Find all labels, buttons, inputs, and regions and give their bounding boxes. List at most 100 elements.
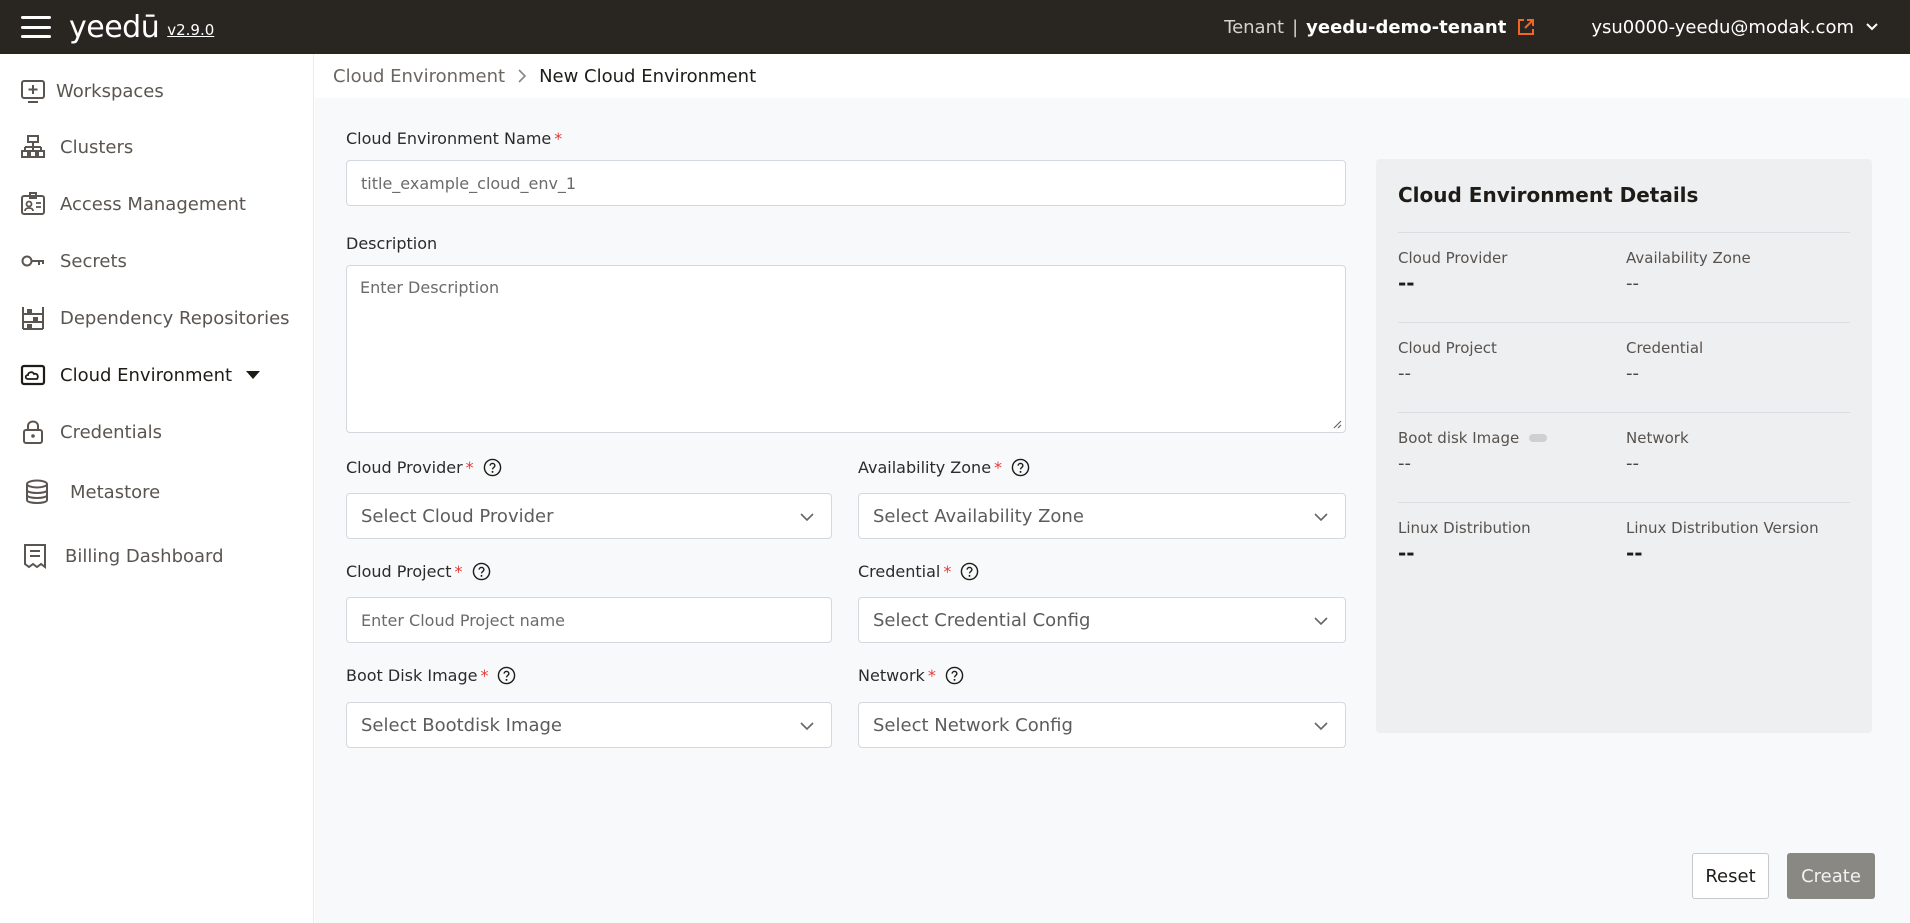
availability-zone-select[interactable]: Select Availability Zone (858, 493, 1346, 539)
availability-zone-placeholder: Select Availability Zone (873, 505, 1084, 527)
cloud-provider-select[interactable]: Select Cloud Provider (346, 493, 832, 539)
help-icon[interactable] (497, 666, 516, 685)
app-logo[interactable]: yeedū (69, 10, 160, 45)
divider (1398, 412, 1850, 413)
network-placeholder: Select Network Config (873, 714, 1073, 736)
credential-label-text: Credential (858, 562, 941, 581)
workspace-add-icon (21, 80, 45, 103)
breadcrumb: Cloud Environment New Cloud Environment (315, 54, 1910, 98)
sidebar-item-workspaces[interactable]: Workspaces (0, 69, 314, 113)
sidebar-item-billing-dashboard[interactable]: Billing Dashboard (0, 534, 314, 578)
required-mark: * (994, 458, 1003, 477)
required-mark: * (554, 129, 563, 148)
detail-cloud-provider-value: -- (1398, 271, 1415, 295)
cloud-provider-label: Cloud Provider * (346, 458, 502, 477)
chevron-down-icon (1314, 722, 1328, 731)
chevron-down-icon (1314, 617, 1328, 626)
name-input-value: title_example_cloud_env_1 (361, 173, 577, 193)
chevron-down-icon (800, 513, 814, 522)
network-label-text: Network (858, 666, 925, 685)
cloud-project-label: Cloud Project * (346, 562, 491, 581)
sidebar-item-cloud-environment[interactable]: Cloud Environment (0, 353, 314, 397)
cloud-environment-name-input[interactable]: title_example_cloud_env_1 (346, 160, 1346, 206)
caret-down-icon[interactable] (246, 371, 260, 379)
cloud-box-icon (20, 364, 46, 386)
detail-network-value: -- (1626, 453, 1639, 474)
sidebar-item-clusters[interactable]: Clusters (0, 125, 314, 169)
divider (1398, 232, 1850, 233)
sidebar: Workspaces Clusters Access Management Se… (0, 54, 314, 923)
name-label-text: Cloud Environment Name (346, 129, 552, 148)
required-mark: * (943, 562, 952, 581)
network-select[interactable]: Select Network Config (858, 702, 1346, 748)
detail-boot-disk-image-value: -- (1398, 453, 1411, 474)
required-mark: * (454, 562, 463, 581)
sidebar-item-label: Workspaces (56, 80, 164, 102)
sidebar-item-label: Credentials (60, 421, 163, 443)
chevron-down-icon (1314, 513, 1328, 522)
detail-availability-zone-value: -- (1626, 273, 1639, 294)
boot-disk-image-label-text: Boot Disk Image (346, 666, 478, 685)
chevron-right-icon (518, 69, 527, 83)
reset-button[interactable]: Reset (1692, 853, 1769, 899)
help-icon[interactable] (945, 666, 964, 685)
boot-disk-image-select[interactable]: Select Bootdisk Image (346, 702, 832, 748)
external-link-icon[interactable] (1516, 17, 1536, 37)
sidebar-item-label: Cloud Environment (60, 364, 233, 386)
detail-linux-distribution-version-label: Linux Distribution Version (1626, 519, 1819, 537)
description-label: Description (346, 234, 437, 253)
resize-grip-icon[interactable] (1332, 419, 1342, 429)
help-icon[interactable] (472, 562, 491, 581)
detail-cloud-provider-label: Cloud Provider (1398, 249, 1508, 267)
boot-disk-image-placeholder: Select Bootdisk Image (361, 714, 563, 736)
tenant-label: Tenant (1224, 16, 1285, 38)
description-placeholder: Enter Description (360, 278, 500, 297)
sidebar-item-credentials[interactable]: Credentials (0, 410, 314, 454)
key-icon (21, 255, 44, 267)
sidebar-item-dependency-repositories[interactable]: Dependency Repositories (0, 296, 314, 340)
top-bar: yeedū v2.9.0 Tenant | yeedu-demo-tenant … (0, 0, 1910, 54)
tenant-name: yeedu-demo-tenant (1306, 16, 1507, 38)
main-content: Cloud Environment New Cloud Environment … (315, 54, 1910, 923)
help-icon[interactable] (483, 458, 502, 477)
chevron-down-icon[interactable] (1864, 19, 1880, 35)
tenant-separator: | (1292, 16, 1299, 38)
name-label: Cloud Environment Name * (346, 129, 562, 148)
version-link[interactable]: v2.9.0 (167, 21, 214, 39)
credential-placeholder: Select Credential Config (873, 609, 1091, 631)
menu-icon[interactable] (21, 16, 51, 38)
help-icon[interactable] (1011, 458, 1030, 477)
details-title: Cloud Environment Details (1398, 183, 1699, 207)
sidebar-item-metastore[interactable]: Metastore (0, 470, 314, 514)
breadcrumb-parent[interactable]: Cloud Environment (333, 66, 505, 87)
boot-disk-image-label: Boot Disk Image * (346, 666, 516, 685)
sidebar-item-secrets[interactable]: Secrets (0, 239, 314, 283)
chevron-down-icon (800, 722, 814, 731)
id-badge-icon (21, 192, 45, 215)
sidebar-item-label: Dependency Repositories (60, 307, 290, 329)
detail-boot-disk-image-label-text: Boot disk Image (1398, 429, 1520, 447)
description-textarea[interactable]: Enter Description (346, 265, 1346, 433)
database-icon (26, 479, 48, 504)
availability-zone-label-text: Availability Zone (858, 458, 992, 477)
cloud-environment-details-panel: Cloud Environment Details Cloud Provider… (1376, 159, 1872, 733)
user-menu[interactable]: ysu0000-yeedu@modak.com (1591, 17, 1854, 38)
repository-shelf-icon (22, 307, 44, 330)
cloud-project-input[interactable]: Enter Cloud Project name (346, 597, 832, 643)
sidebar-item-label: Metastore (70, 481, 161, 503)
detail-linux-distribution-version-value: -- (1626, 541, 1643, 565)
sidebar-item-access-management[interactable]: Access Management (0, 182, 314, 226)
status-pill (1529, 434, 1548, 442)
help-icon[interactable] (960, 562, 979, 581)
receipt-icon (24, 544, 46, 569)
required-mark: * (465, 458, 474, 477)
detail-credential-label: Credential (1626, 339, 1704, 357)
cloud-project-label-text: Cloud Project (346, 562, 452, 581)
credential-select[interactable]: Select Credential Config (858, 597, 1346, 643)
detail-cloud-project-label: Cloud Project (1398, 339, 1497, 357)
detail-linux-distribution-label: Linux Distribution (1398, 519, 1531, 537)
description-label-text: Description (346, 234, 438, 253)
create-button[interactable]: Create (1787, 853, 1875, 899)
detail-availability-zone-label: Availability Zone (1626, 249, 1751, 267)
divider (1398, 502, 1850, 503)
